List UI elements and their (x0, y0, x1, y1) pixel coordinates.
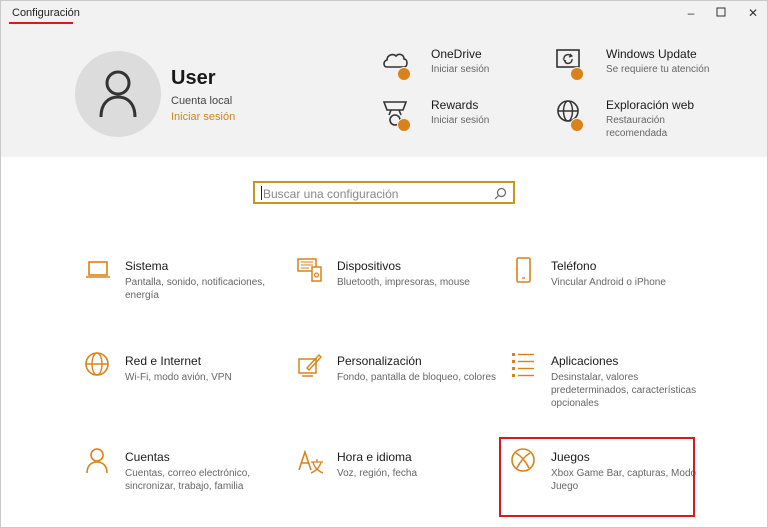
apps-list-icon (512, 353, 534, 377)
status-badge (570, 118, 584, 132)
onedrive-subtitle: Iniciar sesión (431, 64, 490, 75)
close-button[interactable]: ✕ (743, 4, 763, 22)
user-name: User (171, 67, 216, 89)
aplicaciones-subtitle: Desinstalar, valores predeterminados, ca… (551, 372, 697, 409)
red-internet-title: Red e Internet (125, 354, 202, 368)
signin-link[interactable]: Iniciar sesión (171, 111, 235, 123)
web-browsing-title: Exploración web (606, 98, 695, 112)
dispositivos-subtitle: Bluetooth, impresoras, mouse (337, 277, 470, 288)
text-caret (261, 186, 262, 200)
person-icon (99, 70, 137, 118)
devices-icon (297, 258, 322, 282)
cuentas-subtitle: Cuentas, correo electrónico, sincronizar… (125, 468, 251, 492)
settings-window: Configuración – ✕ User Cuenta local Inic… (0, 0, 768, 528)
status-badge (397, 118, 411, 132)
dispositivos-title: Dispositivos (337, 259, 402, 273)
cuentas-title: Cuentas (125, 450, 170, 464)
hora-idioma-subtitle: Voz, región, fecha (337, 468, 418, 479)
minimize-button[interactable]: – (681, 4, 701, 22)
rewards-subtitle: Iniciar sesión (431, 115, 490, 126)
phone-icon (516, 257, 531, 283)
personalizacion-title: Personalización (337, 354, 422, 368)
rewards-title: Rewards (431, 98, 479, 112)
title-underline (9, 22, 73, 24)
search-box[interactable]: Buscar una configuración (253, 181, 515, 204)
avatar[interactable] (75, 51, 161, 137)
red-internet-subtitle: Wi-Fi, modo avión, VPN (125, 372, 232, 383)
sistema-subtitle: Pantalla, sonido, notificaciones, energí… (125, 277, 266, 301)
status-badge (397, 67, 411, 81)
maximize-icon (716, 7, 726, 17)
web-browsing-subtitle: Restauración recomendada (606, 115, 668, 139)
sistema-title: Sistema (125, 259, 169, 273)
telefono-subtitle: Vincular Android o iPhone (551, 277, 666, 288)
highlight-box (499, 437, 695, 517)
globe-icon (85, 352, 109, 376)
telefono-title: Teléfono (551, 259, 597, 273)
windows-update-title: Windows Update (606, 47, 697, 61)
search-icon[interactable] (494, 187, 507, 200)
person-icon (86, 448, 108, 474)
onedrive-title: OneDrive (431, 47, 482, 61)
status-badge (570, 67, 584, 81)
hora-idioma-title: Hora e idioma (337, 450, 412, 464)
maximize-button[interactable] (711, 4, 731, 22)
paint-icon (298, 353, 322, 377)
laptop-icon (86, 261, 110, 278)
aplicaciones-title: Aplicaciones (551, 354, 619, 368)
app-title: Configuración (12, 7, 80, 19)
title-bar: Configuración – ✕ (1, 1, 767, 27)
personalizacion-subtitle: Fondo, pantalla de bloqueo, colores (337, 372, 497, 383)
account-type: Cuenta local (171, 95, 233, 107)
time-language-icon (298, 449, 324, 474)
windows-update-subtitle: Se requiere tu atención (606, 64, 710, 75)
search-placeholder: Buscar una configuración (263, 187, 399, 201)
